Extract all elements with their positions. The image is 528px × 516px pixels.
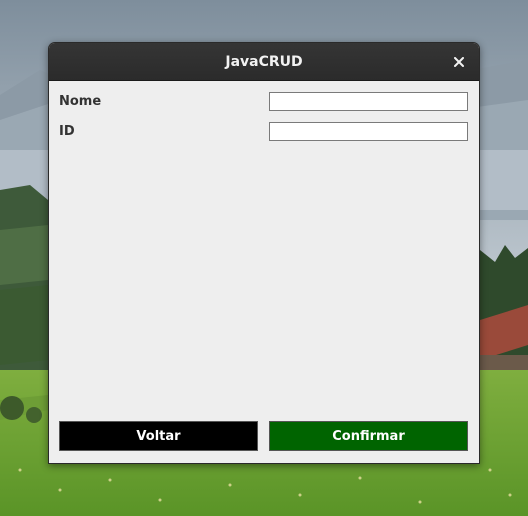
id-label: ID — [59, 124, 75, 139]
close-icon — [454, 57, 464, 67]
nome-label: Nome — [59, 94, 102, 109]
window-titlebar[interactable]: JavaCRUD — [49, 43, 479, 81]
window-title: JavaCRUD — [225, 53, 303, 70]
close-button[interactable] — [449, 52, 469, 72]
javacrud-window: JavaCRUD Nome ID Voltar Confirmar — [48, 42, 480, 464]
form-panel: Nome ID Voltar Confirmar — [49, 81, 479, 463]
voltar-button[interactable]: Voltar — [59, 421, 258, 451]
confirmar-button[interactable]: Confirmar — [269, 421, 468, 451]
nome-field[interactable] — [269, 92, 468, 111]
id-field[interactable] — [269, 122, 468, 141]
